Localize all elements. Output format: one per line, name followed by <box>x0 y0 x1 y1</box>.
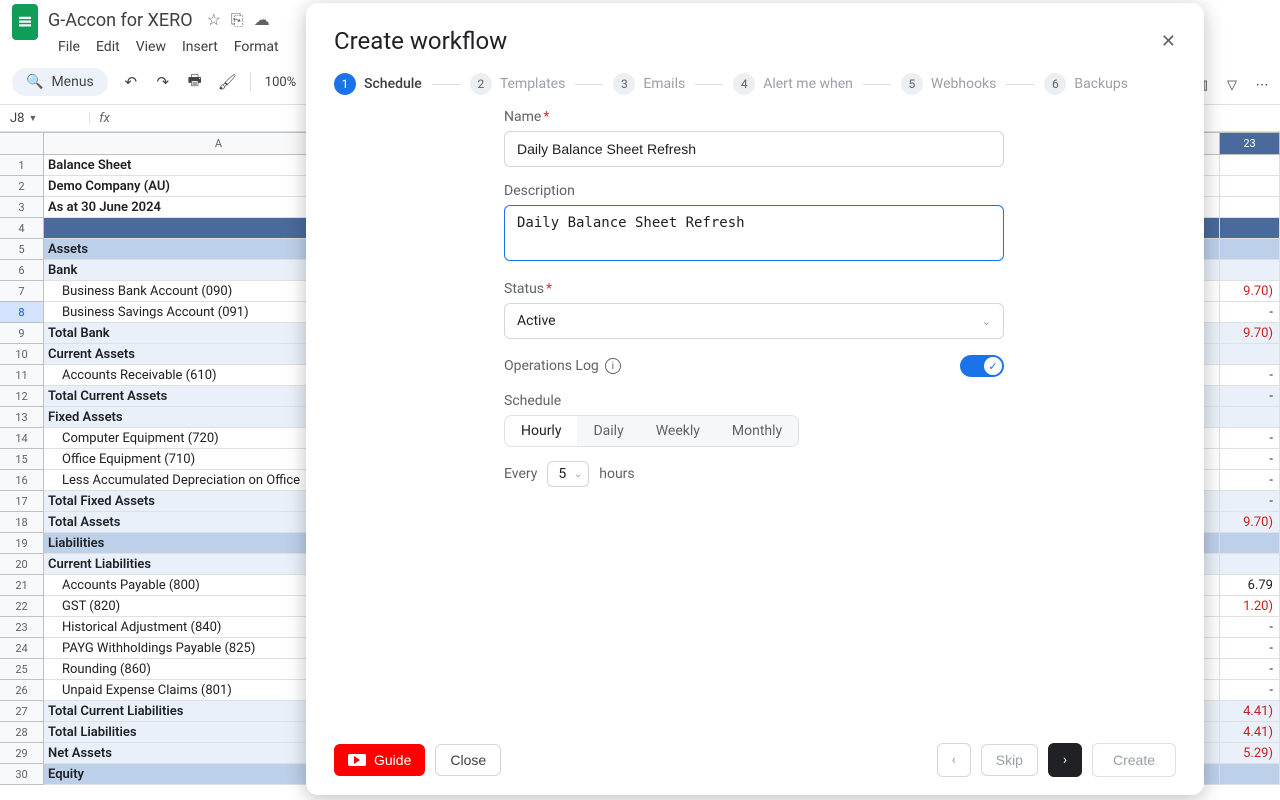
step-number: 6 <box>1044 73 1066 95</box>
every-value: 5 <box>558 466 566 482</box>
youtube-icon <box>348 754 366 766</box>
step-label: Emails <box>643 76 685 92</box>
chevron-down-icon: ⌄ <box>574 469 582 480</box>
guide-label: Guide <box>374 752 411 768</box>
close-icon[interactable]: ✕ <box>1161 31 1176 52</box>
seg-weekly[interactable]: Weekly <box>640 416 716 446</box>
skip-button[interactable]: Skip <box>981 744 1038 776</box>
create-workflow-modal: Create workflow ✕ 1 Schedule 2 Templates… <box>306 3 1204 795</box>
guide-button[interactable]: Guide <box>334 744 425 776</box>
info-icon[interactable]: i <box>605 358 621 374</box>
step-emails[interactable]: 3 Emails <box>613 73 685 95</box>
name-input[interactable] <box>504 131 1004 167</box>
name-label: Name* <box>504 109 1004 125</box>
step-number: 3 <box>613 73 635 95</box>
step-alert[interactable]: 4 Alert me when <box>733 73 853 95</box>
every-value-select[interactable]: 5 ⌄ <box>547 461 589 487</box>
operations-log-label: Operations Log <box>504 358 599 374</box>
status-value: Active <box>517 313 556 329</box>
step-templates[interactable]: 2 Templates <box>470 73 566 95</box>
step-webhooks[interactable]: 5 Webhooks <box>901 73 997 95</box>
step-label: Webhooks <box>931 76 997 92</box>
step-number: 5 <box>901 73 923 95</box>
step-label: Alert me when <box>763 76 853 92</box>
every-label: Every <box>504 466 537 482</box>
close-button[interactable]: Close <box>435 744 501 776</box>
chevron-down-icon: ⌄ <box>982 315 991 328</box>
operations-log-toggle[interactable] <box>960 355 1004 377</box>
chevron-right-icon: › <box>1063 752 1067 768</box>
schedule-label: Schedule <box>504 393 1004 409</box>
seg-daily[interactable]: Daily <box>577 416 639 446</box>
step-number: 2 <box>470 73 492 95</box>
modal-title: Create workflow <box>334 27 507 55</box>
chevron-left-icon: ‹ <box>952 752 956 768</box>
step-number: 1 <box>334 73 356 95</box>
next-step-button[interactable]: › <box>1048 743 1082 777</box>
prev-step-button[interactable]: ‹ <box>937 743 971 777</box>
step-label: Backups <box>1074 76 1128 92</box>
step-label: Schedule <box>364 76 422 92</box>
status-select[interactable]: Active ⌄ <box>504 303 1004 339</box>
status-label: Status* <box>504 281 1004 297</box>
description-input[interactable] <box>504 205 1004 261</box>
seg-hourly[interactable]: Hourly <box>505 416 577 446</box>
hours-label: hours <box>599 466 634 482</box>
step-label: Templates <box>500 76 566 92</box>
seg-monthly[interactable]: Monthly <box>716 416 798 446</box>
step-backups[interactable]: 6 Backups <box>1044 73 1128 95</box>
schedule-segmented: Hourly Daily Weekly Monthly <box>504 415 799 447</box>
wizard-stepper: 1 Schedule 2 Templates 3 Emails 4 Alert … <box>334 73 1176 95</box>
description-label: Description <box>504 183 1004 199</box>
create-button[interactable]: Create <box>1092 743 1176 777</box>
step-schedule[interactable]: 1 Schedule <box>334 73 422 95</box>
step-number: 4 <box>733 73 755 95</box>
